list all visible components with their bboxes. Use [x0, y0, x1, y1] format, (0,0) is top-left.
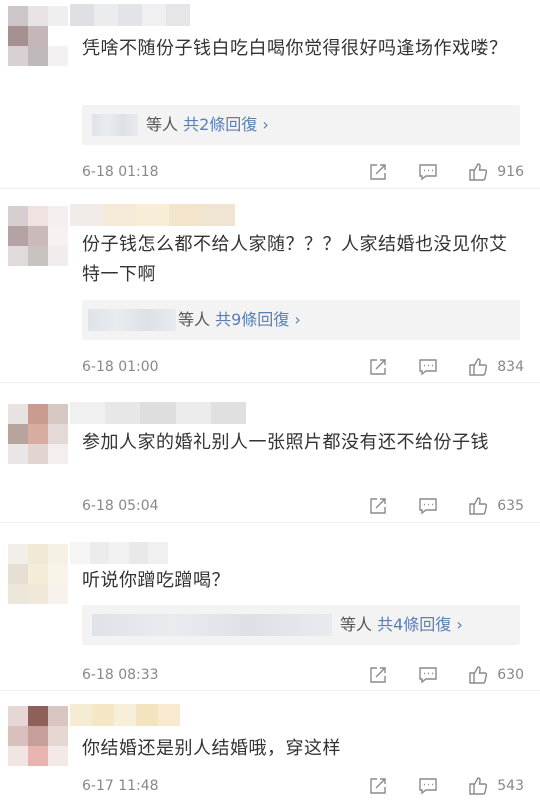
thumbs-up-icon[interactable]: [468, 162, 488, 182]
thumbs-up-icon[interactable]: [468, 357, 488, 377]
like-count: 635: [497, 498, 524, 514]
comment-text: 份子钱怎么都不给人家随？？？人家结婚也没见你艾特一下啊: [82, 234, 508, 285]
divider: [0, 188, 540, 189]
comment-icon[interactable]: [418, 496, 438, 516]
reply-summary[interactable]: 等人 共2條回復 ›: [82, 105, 520, 145]
comment-meta: 6-18 01:18 916: [82, 160, 524, 184]
reply-count-link[interactable]: 共9條回復 ›: [210, 310, 301, 329]
username-blurred[interactable]: [70, 402, 246, 424]
comment-text: 凭啥不随份子钱白吃白喝你觉得很好吗逢场作戏喽？: [82, 38, 508, 59]
comment-text: 你结婚还是别人结婚哦，穿这样: [82, 738, 341, 759]
avatar[interactable]: [8, 206, 68, 266]
reply-who-text: 等人: [178, 310, 211, 329]
share-icon[interactable]: [368, 162, 388, 182]
reply-count-link[interactable]: 共2條回復 ›: [178, 115, 269, 134]
username-blurred[interactable]: [70, 4, 190, 26]
comment-icon[interactable]: [418, 776, 438, 796]
timestamp: 6-18 01:18: [82, 164, 159, 180]
divider: [0, 382, 540, 383]
username-blurred[interactable]: [70, 542, 168, 564]
like-count: 916: [497, 164, 524, 180]
thumbs-up-icon[interactable]: [468, 665, 488, 685]
username-blurred[interactable]: [70, 204, 235, 226]
comment-icon[interactable]: [418, 162, 438, 182]
reply-users-blurred: [92, 614, 332, 636]
comment-meta: 6-18 08:33 630: [82, 663, 524, 687]
username-blurred[interactable]: [70, 704, 180, 726]
share-icon[interactable]: [368, 665, 388, 685]
avatar[interactable]: [8, 6, 68, 66]
avatar[interactable]: [8, 544, 68, 604]
share-icon[interactable]: [368, 496, 388, 516]
comment-text: 听说你蹭吃蹭喝？: [82, 570, 230, 591]
divider: [0, 522, 540, 523]
reply-summary[interactable]: 等人 共4條回復 ›: [82, 605, 520, 645]
thumbs-up-icon[interactable]: [468, 776, 488, 796]
reply-users-blurred: [92, 114, 138, 136]
reply-count-link[interactable]: 共4條回復 ›: [372, 615, 463, 634]
reply-label: 等人 共4條回復 ›: [340, 605, 463, 645]
thumbs-up-icon[interactable]: [468, 496, 488, 516]
comment-meta: 6-17 11:48 543: [82, 774, 524, 798]
comment-text: 参加人家的婚礼别人一张照片都没有还不给份子钱: [82, 432, 489, 453]
like-count: 543: [497, 778, 524, 794]
reply-summary[interactable]: 等人 共9條回復 ›: [82, 300, 520, 340]
like-count: 630: [497, 667, 524, 683]
comment-icon[interactable]: [418, 665, 438, 685]
reply-label: 等人 共2條回復 ›: [146, 105, 269, 145]
reply-who-text: 等人: [340, 615, 373, 634]
timestamp: 6-18 08:33: [82, 667, 159, 683]
comment-icon[interactable]: [418, 357, 438, 377]
avatar[interactable]: [8, 706, 68, 766]
divider: [0, 690, 540, 691]
share-icon[interactable]: [368, 776, 388, 796]
comment-meta: 6-18 01:00 834: [82, 355, 524, 379]
avatar[interactable]: [8, 404, 68, 464]
timestamp: 6-17 11:48: [82, 778, 159, 794]
reply-who-text: 等人: [146, 115, 179, 134]
timestamp: 6-18 05:04: [82, 498, 159, 514]
reply-label: 等人 共9條回復 ›: [178, 300, 301, 340]
timestamp: 6-18 01:00: [82, 359, 159, 375]
comment-meta: 6-18 05:04 635: [82, 494, 524, 518]
share-icon[interactable]: [368, 357, 388, 377]
like-count: 834: [497, 359, 524, 375]
reply-users-blurred: [88, 309, 176, 331]
